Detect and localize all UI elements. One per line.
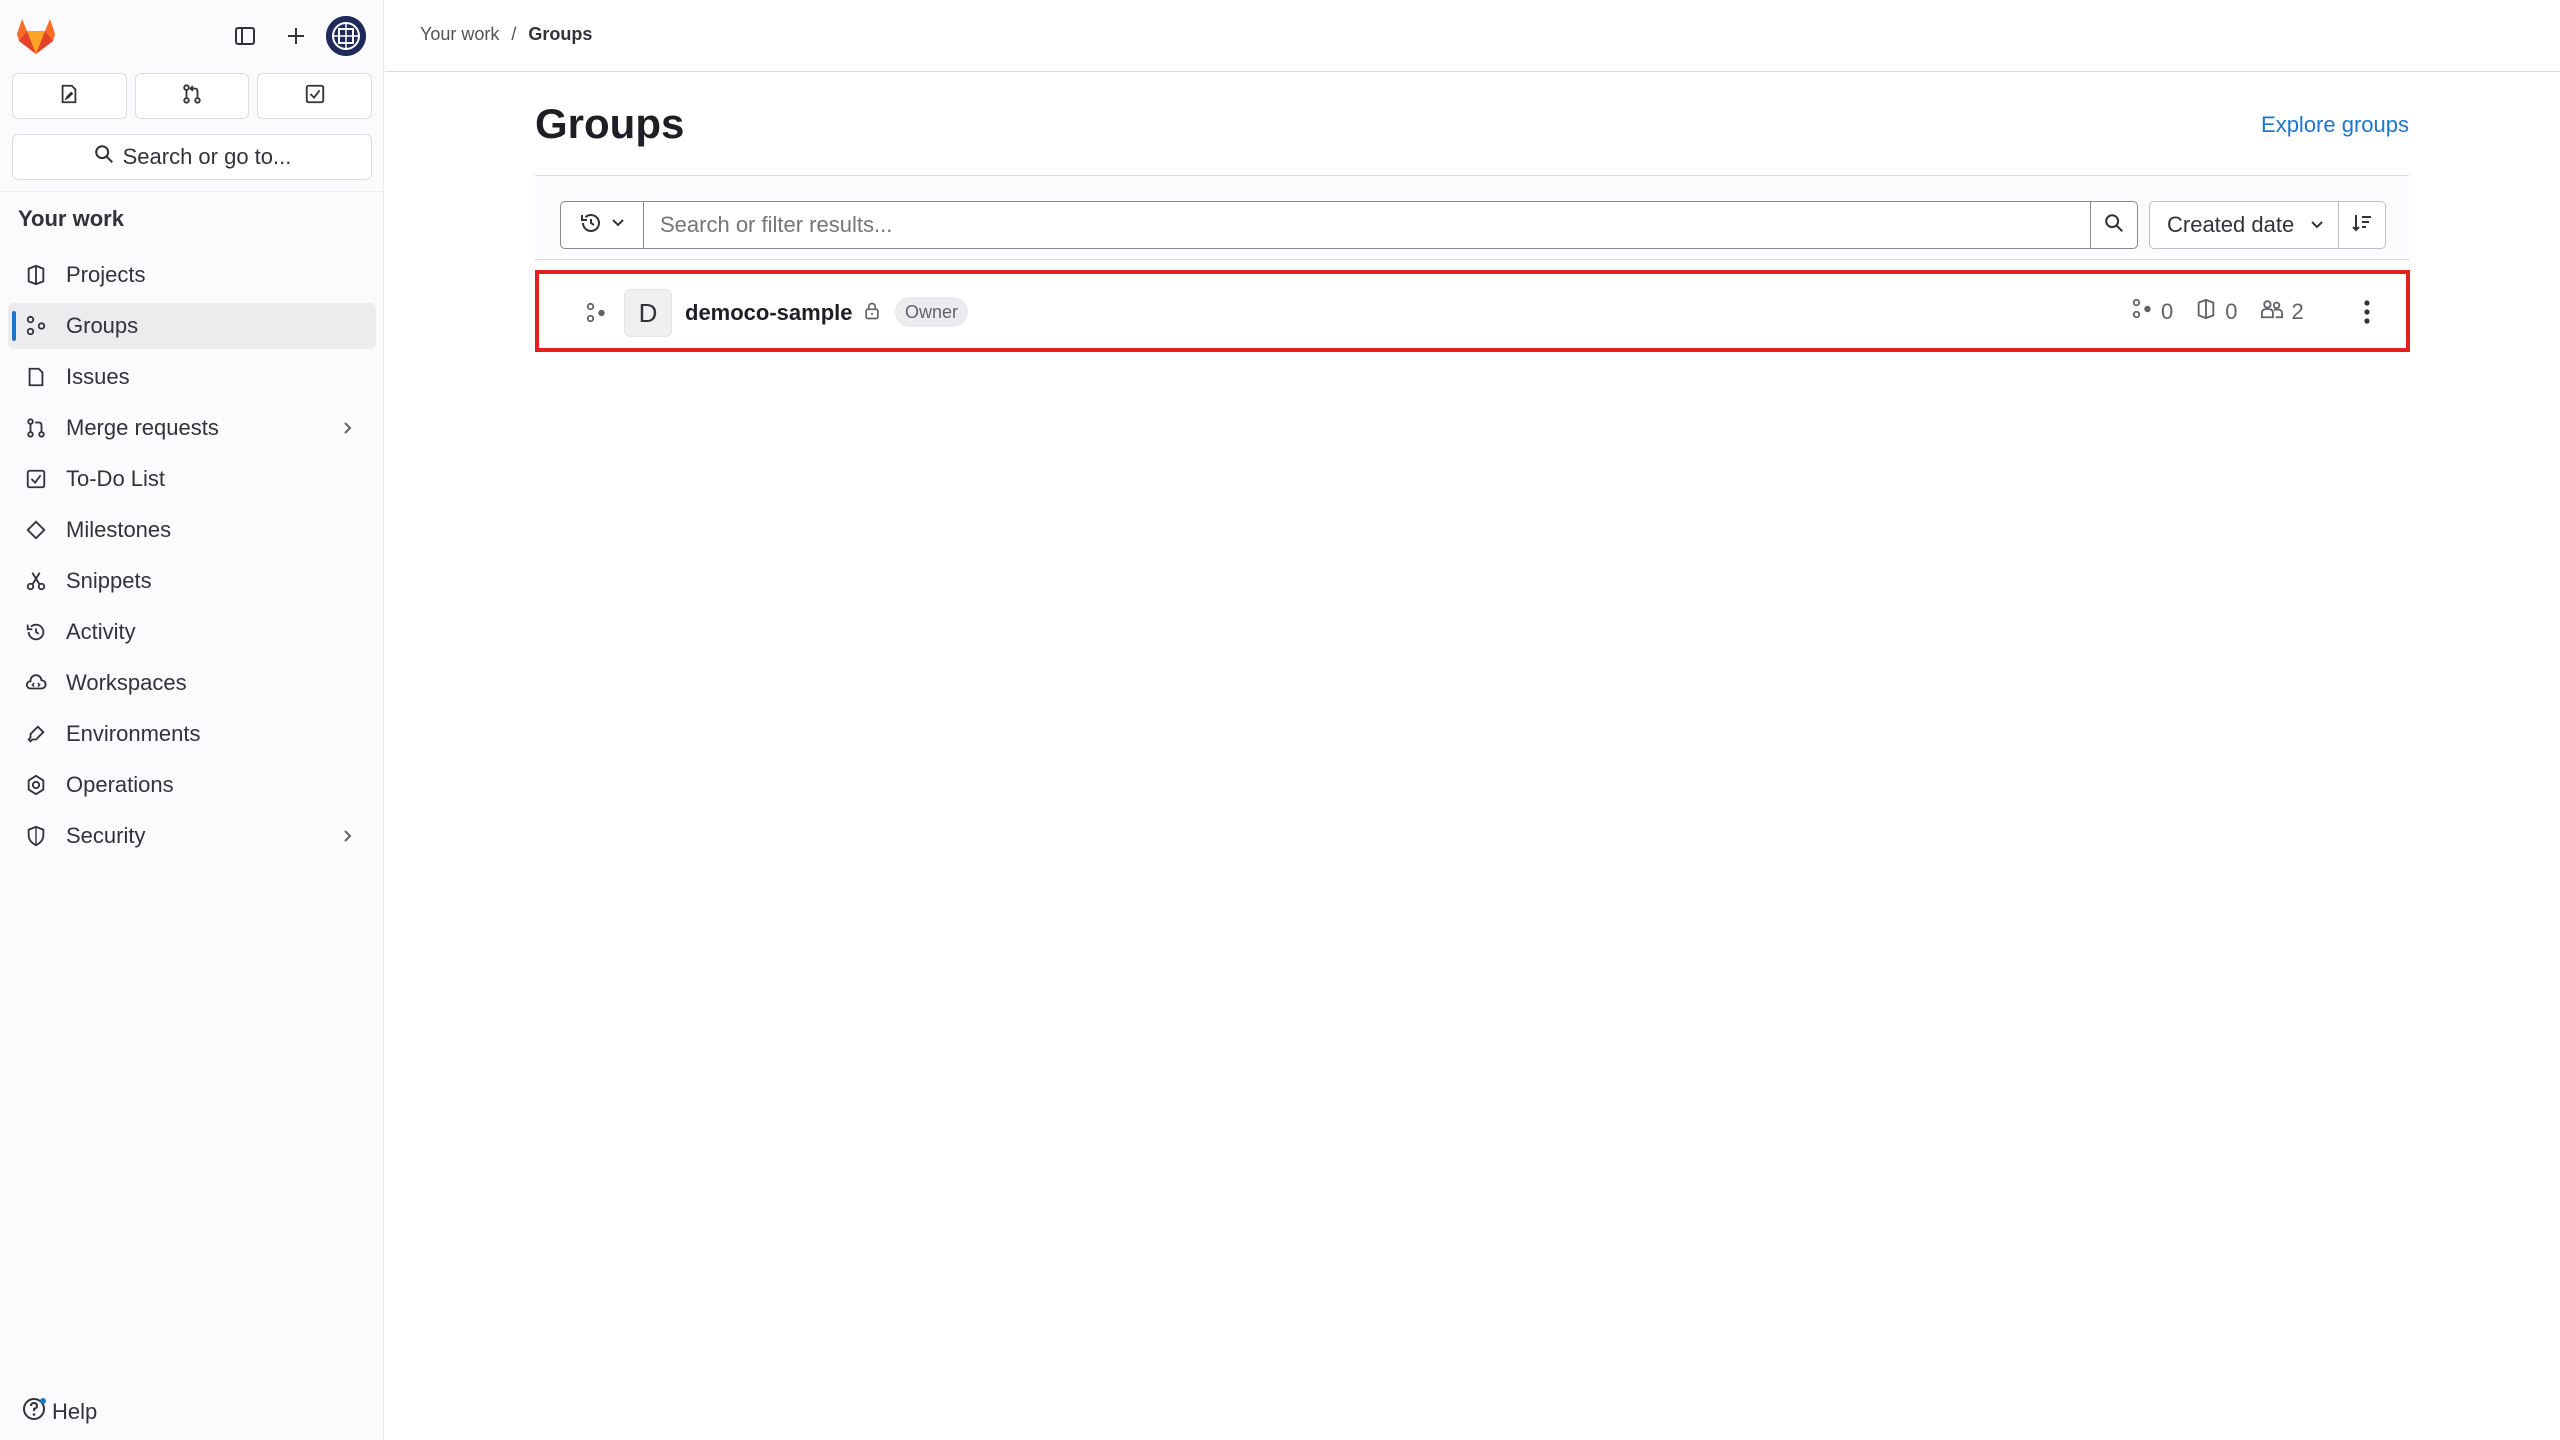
project-icon bbox=[24, 263, 48, 287]
lock-icon bbox=[860, 299, 884, 323]
global-search-button[interactable]: Search or go to... bbox=[12, 134, 372, 180]
quick-actions bbox=[12, 73, 373, 119]
project-icon bbox=[2195, 298, 2217, 326]
workspace-icon bbox=[24, 671, 48, 695]
sidebar-item-label: Snippets bbox=[66, 568, 152, 593]
subgroup-icon bbox=[584, 301, 608, 325]
subgroups-count: 0 bbox=[2131, 298, 2173, 326]
sidebar-item-groups[interactable]: Groups bbox=[8, 303, 376, 349]
members-count: 2 bbox=[2260, 298, 2304, 326]
breadcrumb: Your work / Groups bbox=[420, 24, 592, 45]
chevron-down-icon bbox=[611, 216, 625, 235]
merge-request-icon bbox=[181, 83, 203, 110]
page-title: Groups bbox=[535, 100, 685, 147]
search-icon bbox=[93, 143, 115, 171]
history-icon bbox=[24, 620, 48, 644]
sidebar-item-snippets[interactable]: Snippets bbox=[8, 558, 376, 604]
sidebar-item-label: Issues bbox=[66, 364, 130, 389]
members-count-value: 2 bbox=[2291, 299, 2304, 324]
chevron-down-icon bbox=[2310, 212, 2324, 238]
projects-count-value: 0 bbox=[2225, 299, 2238, 324]
explore-groups-link[interactable]: Explore groups bbox=[2261, 112, 2409, 138]
sidebar-header bbox=[0, 0, 384, 72]
breadcrumb-current[interactable]: Groups bbox=[528, 24, 592, 45]
sidebar-item-workspaces[interactable]: Workspaces bbox=[8, 660, 376, 706]
sidebar-nav: Projects Groups Issues Merge requests To… bbox=[8, 252, 376, 864]
user-avatar[interactable] bbox=[326, 16, 366, 56]
sort-direction-button[interactable] bbox=[2338, 201, 2386, 249]
issues-icon bbox=[58, 83, 80, 110]
sidebar-section-title: Your work bbox=[18, 206, 124, 231]
issues-icon bbox=[24, 365, 48, 389]
environment-icon bbox=[24, 722, 48, 746]
filter-bar: Created date bbox=[535, 176, 2409, 260]
projects-count: 0 bbox=[2195, 298, 2238, 326]
assigned-issues-button[interactable] bbox=[12, 73, 127, 119]
sidebar-item-todo-list[interactable]: To-Do List bbox=[8, 456, 376, 502]
todo-list-button[interactable] bbox=[257, 73, 373, 119]
sidebar-item-label: Workspaces bbox=[66, 670, 187, 695]
sort-lowest-icon bbox=[2350, 211, 2374, 240]
group-row[interactable]: D democo-sample Owner 0 0 2 bbox=[535, 270, 2410, 352]
sidebar-item-merge-requests[interactable]: Merge requests bbox=[8, 405, 376, 451]
sidebar-item-label: Environments bbox=[66, 721, 201, 746]
help-label: Help bbox=[52, 1399, 98, 1424]
history-icon bbox=[579, 211, 603, 240]
chevron-right-icon bbox=[336, 825, 358, 847]
sidebar: Search or go to... Your work Projects Gr… bbox=[0, 0, 384, 1440]
sidebar-item-operations[interactable]: Operations bbox=[8, 762, 376, 808]
search-submit-button[interactable] bbox=[2090, 201, 2138, 249]
sidebar-item-activity[interactable]: Activity bbox=[8, 609, 376, 655]
group-name-link[interactable]: democo-sample bbox=[685, 300, 853, 326]
sidebar-item-label: Milestones bbox=[66, 517, 172, 542]
sidebar-item-milestones[interactable]: Milestones bbox=[8, 507, 376, 553]
gitlab-logo-icon[interactable] bbox=[16, 17, 56, 55]
sort-dropdown-label: Created date bbox=[2167, 212, 2295, 237]
breadcrumb-separator: / bbox=[511, 24, 517, 44]
help-button[interactable]: Help bbox=[22, 1396, 97, 1428]
global-search-label: Search or go to... bbox=[122, 144, 292, 169]
sidebar-item-issues[interactable]: Issues bbox=[8, 354, 376, 400]
help-icon bbox=[22, 1396, 48, 1428]
subgroups-count-value: 0 bbox=[2161, 299, 2174, 324]
recent-searches-dropdown[interactable] bbox=[560, 201, 643, 249]
sidebar-item-label: Projects bbox=[66, 262, 146, 287]
todo-icon bbox=[304, 83, 326, 110]
filter-search-input[interactable] bbox=[643, 201, 2091, 249]
sidebar-item-security[interactable]: Security bbox=[8, 813, 376, 859]
sort-dropdown[interactable]: Created date bbox=[2149, 201, 2339, 249]
sidebar-item-label: To-Do List bbox=[66, 466, 166, 491]
merge-requests-button[interactable] bbox=[134, 73, 250, 119]
operations-icon bbox=[24, 773, 48, 797]
toggle-sidebar-icon[interactable] bbox=[225, 16, 265, 56]
sidebar-item-label: Groups bbox=[66, 313, 139, 338]
users-icon bbox=[2260, 298, 2284, 326]
search-icon bbox=[2103, 212, 2125, 239]
todo-icon bbox=[24, 467, 48, 491]
group-icon bbox=[24, 314, 48, 338]
sidebar-divider bbox=[0, 191, 384, 192]
merge-request-icon bbox=[24, 416, 48, 440]
group-avatar[interactable]: D bbox=[624, 289, 672, 337]
group-stats: 0 0 2 bbox=[2131, 298, 2304, 326]
sidebar-item-label: Merge requests bbox=[66, 415, 219, 440]
role-badge: Owner bbox=[895, 297, 969, 327]
sidebar-item-projects[interactable]: Projects bbox=[8, 252, 376, 298]
sidebar-item-label: Activity bbox=[66, 619, 136, 644]
subgroup-icon bbox=[2131, 298, 2153, 326]
shield-icon bbox=[24, 824, 48, 848]
top-bar: Your work / Groups bbox=[385, 0, 2560, 72]
breadcrumb-parent[interactable]: Your work bbox=[420, 24, 499, 45]
milestone-icon bbox=[24, 518, 48, 542]
snippet-icon bbox=[24, 569, 48, 593]
chevron-right-icon bbox=[336, 417, 358, 439]
sidebar-item-environments[interactable]: Environments bbox=[8, 711, 376, 757]
sidebar-item-label: Operations bbox=[66, 772, 174, 797]
more-actions-icon[interactable] bbox=[2349, 294, 2385, 330]
sidebar-item-label: Security bbox=[66, 823, 146, 848]
plus-icon[interactable] bbox=[276, 16, 316, 56]
